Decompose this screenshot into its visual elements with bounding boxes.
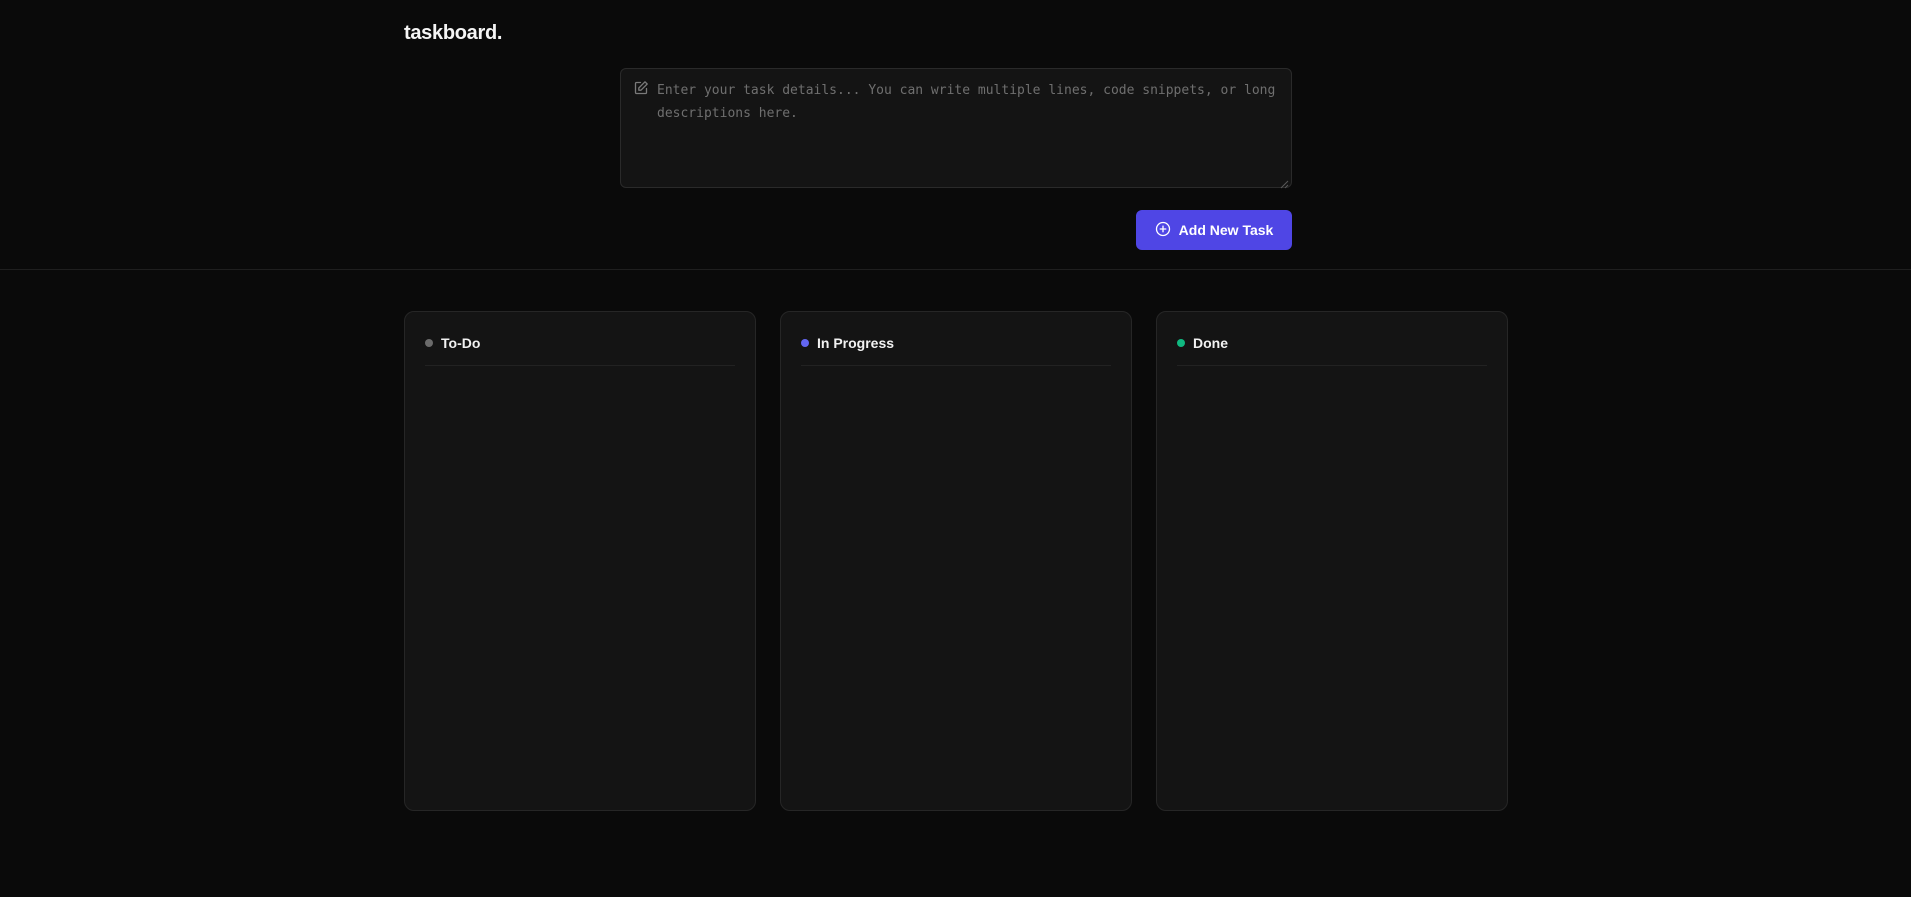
column-in-progress[interactable]: In Progress [780, 311, 1132, 811]
column-done[interactable]: Done [1156, 311, 1508, 811]
column-title: In Progress [817, 335, 895, 351]
column-todo[interactable]: To-Do [404, 311, 756, 811]
column-header: Done [1177, 334, 1487, 366]
column-header: To-Do [425, 334, 735, 366]
app-header: taskboard. Add New Task [0, 0, 1911, 270]
column-dropzone[interactable] [425, 374, 735, 794]
edit-icon [633, 80, 649, 96]
column-dropzone[interactable] [1177, 374, 1487, 794]
column-dropzone[interactable] [801, 374, 1111, 794]
kanban-board: To-Do In Progress Done [404, 311, 1508, 811]
column-title: To-Do [441, 335, 481, 351]
task-details-input[interactable] [657, 79, 1281, 183]
status-dot [801, 339, 809, 347]
column-header: In Progress [801, 334, 1111, 366]
task-composer [620, 68, 1292, 189]
status-dot [425, 339, 433, 347]
status-dot [1177, 339, 1185, 347]
plus-circle-icon [1155, 221, 1171, 240]
resize-handle[interactable] [1280, 176, 1289, 189]
column-title: Done [1193, 335, 1228, 351]
add-new-task-button[interactable]: Add New Task [1136, 210, 1292, 250]
app-logo: taskboard. [404, 22, 503, 44]
add-new-task-label: Add New Task [1178, 222, 1274, 238]
